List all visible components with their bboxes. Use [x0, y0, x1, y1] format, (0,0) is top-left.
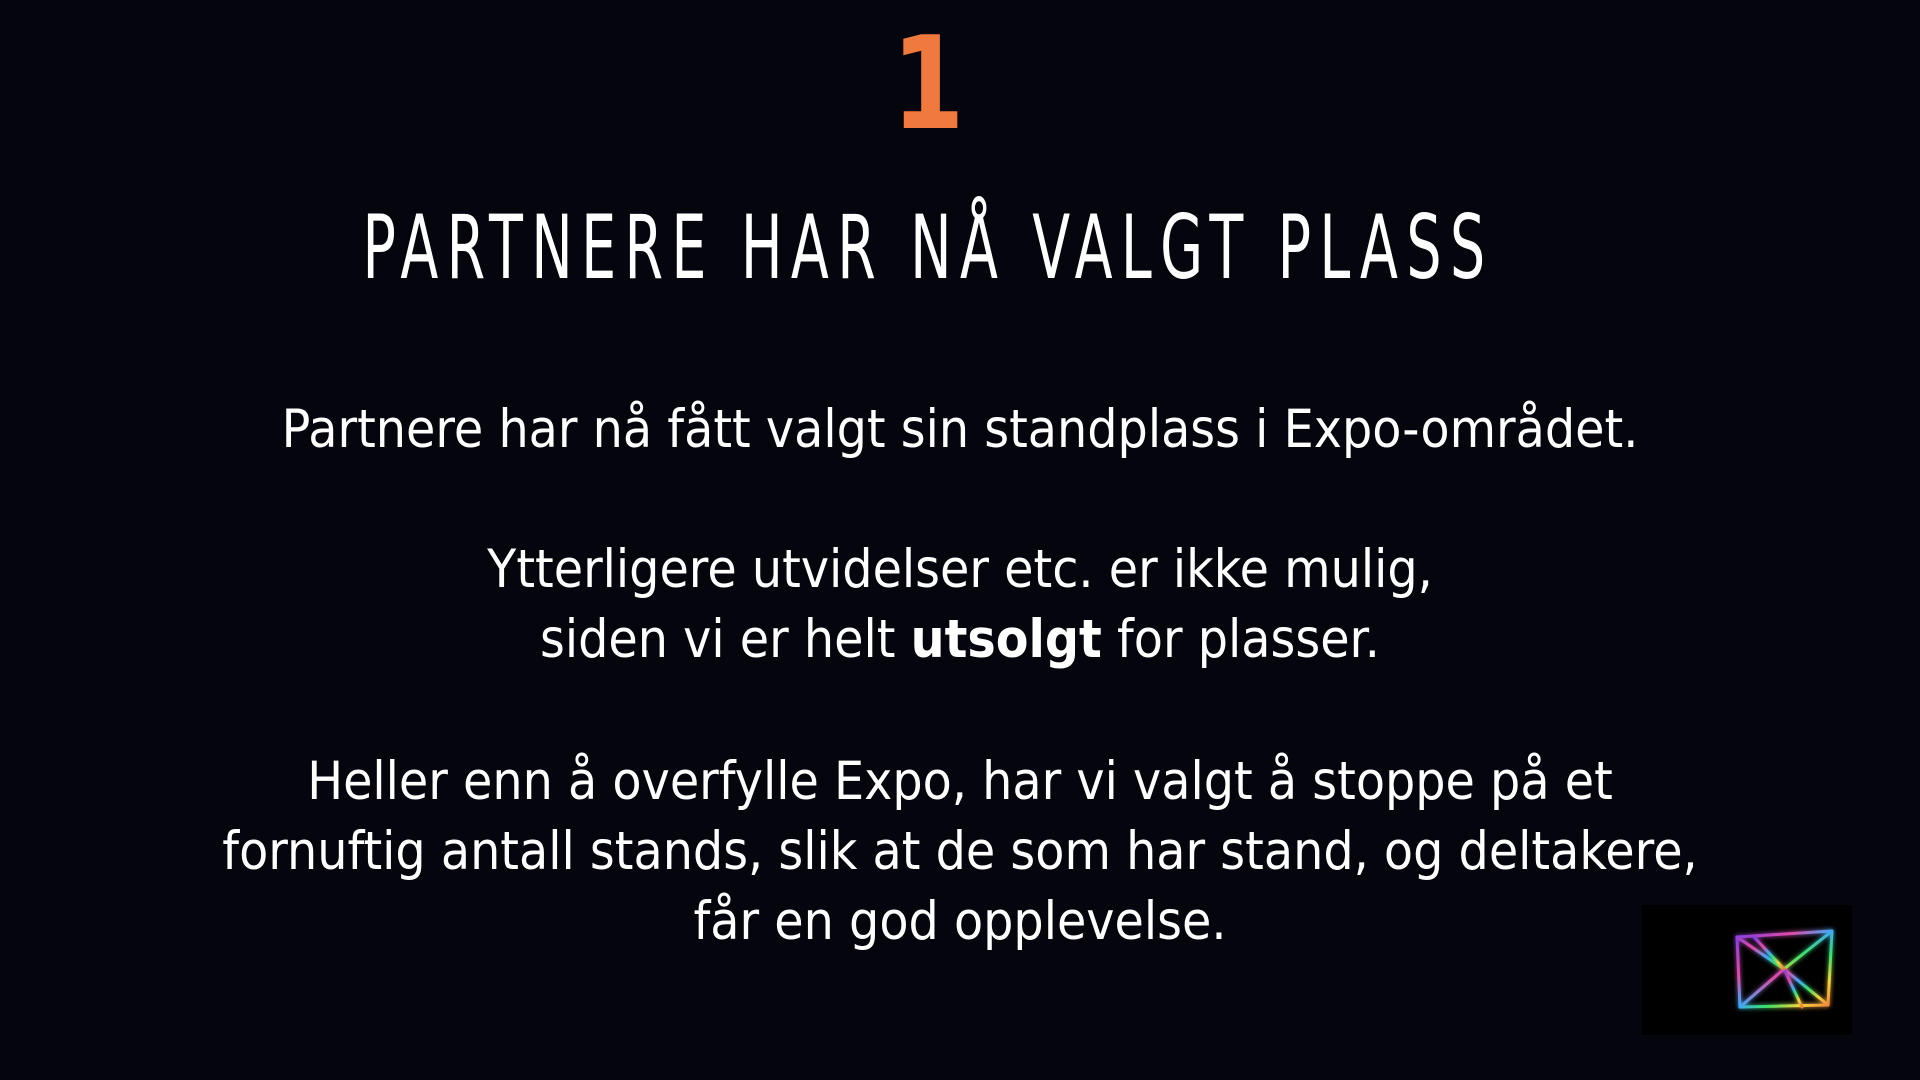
slide-number: 1	[891, 10, 965, 159]
paragraph-1: Partnere har nå fått valgt sin standplas…	[0, 395, 1920, 465]
paragraph-3-line-2: fornuftig antall stands, slik at de som …	[222, 821, 1698, 882]
logo-container	[1642, 905, 1852, 1035]
paper-plane-logo-icon	[1735, 929, 1834, 1009]
slide-title: PARTNERE HAR NÅ VALGT PLASS	[362, 196, 1494, 299]
paragraph-2-line-2-start: siden vi er helt	[540, 609, 911, 670]
paragraph-3-line-1: Heller enn å overfylle Expo, har vi valg…	[307, 751, 1613, 812]
paragraph-3-line-3: får en god opplevelse.	[693, 891, 1227, 952]
paragraph-3: Heller enn å overfylle Expo, har vi valg…	[0, 747, 1920, 957]
paragraph-2-line-2-end: for plasser.	[1101, 609, 1380, 670]
paragraph-2: Ytterligere utvidelser etc. er ikke muli…	[0, 535, 1920, 675]
sold-out-emphasis: utsolgt	[910, 609, 1102, 670]
paragraph-2-line-2: siden vi er helt utsolgt for plasser.	[96, 605, 1824, 675]
slide: 1 PARTNERE HAR NÅ VALGT PLASS Partnere h…	[0, 0, 1920, 1080]
paragraph-2-line-1: Ytterligere utvidelser etc. er ikke muli…	[487, 539, 1433, 600]
paragraph-1-line: Partnere har nå fått valgt sin standplas…	[281, 399, 1639, 460]
